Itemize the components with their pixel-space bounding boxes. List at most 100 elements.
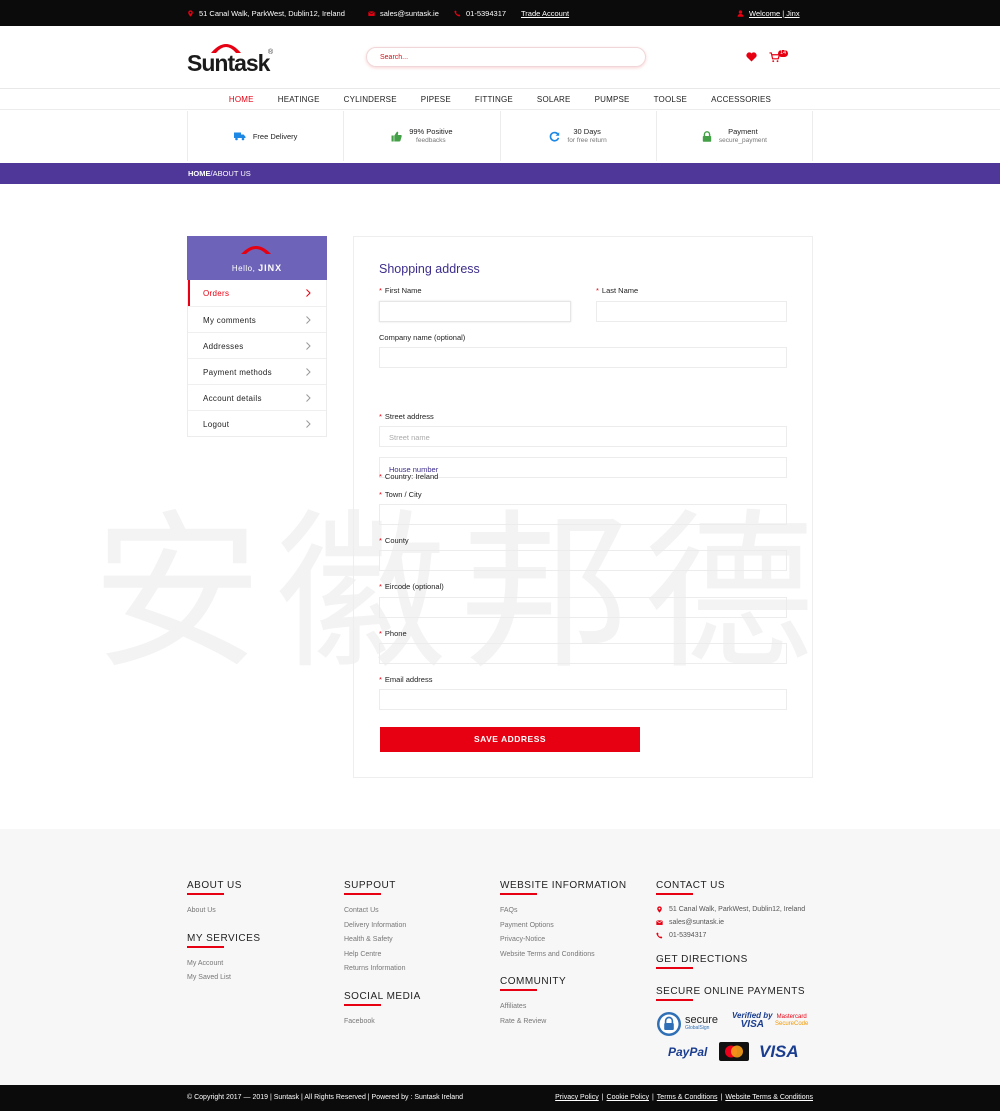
- contact-email[interactable]: sales@suntask.ie: [656, 918, 816, 928]
- nav-fittinge[interactable]: FITTINGE: [463, 95, 525, 104]
- privacy-policy-link[interactable]: Privacy Policy: [555, 1094, 599, 1101]
- sidebar-item-logout[interactable]: Logout: [188, 410, 326, 436]
- save-address-button[interactable]: SAVE ADDRESS: [380, 727, 640, 752]
- website-terms-link[interactable]: Website Terms & Conditions: [725, 1094, 813, 1101]
- footer-heading: CONTACT US: [656, 880, 816, 895]
- mastercard-securecode-badge: Mastercard SecureCode: [775, 1014, 808, 1028]
- mail-icon: [368, 11, 375, 16]
- footer-link[interactable]: My Saved List: [187, 971, 261, 986]
- footer-link[interactable]: Affiliates: [500, 1000, 627, 1015]
- contact-email-text: sales@suntask.ie: [669, 919, 724, 926]
- sidebar-menu: Orders My comments Addresses Payment met…: [187, 280, 327, 437]
- phone-field[interactable]: [379, 643, 787, 664]
- footer-col-about: ABOUT US About Us MY SERVICES My Account…: [187, 880, 261, 1000]
- footer-link[interactable]: Help Centre: [344, 948, 421, 963]
- feature-title: Payment: [728, 127, 758, 136]
- county-field[interactable]: [379, 550, 787, 571]
- securecode-text: SecureCode: [775, 1021, 809, 1027]
- first-name-field[interactable]: [379, 301, 571, 322]
- footer-link[interactable]: Payment Options: [500, 919, 627, 934]
- trade-account-link[interactable]: Trade Account: [521, 9, 569, 18]
- heart-icon[interactable]: [746, 52, 757, 62]
- footer-link[interactable]: About Us: [187, 904, 261, 919]
- location-pin-icon: [657, 906, 662, 913]
- nav-accessories[interactable]: ACCESSORIES: [699, 95, 783, 104]
- footer-heading: ABOUT US: [187, 880, 261, 895]
- verified-visa-text: VISA: [740, 1019, 764, 1030]
- town-field[interactable]: [379, 504, 787, 525]
- county-label: * County: [379, 536, 409, 545]
- topbar-address-text: 51 Canal Walk, ParkWest, Dublin12, Irela…: [199, 9, 345, 18]
- suntask-logo[interactable]: Suntask ®: [187, 40, 277, 76]
- label-text: Last Name: [601, 286, 639, 295]
- footer-link[interactable]: Rate & Review: [500, 1015, 627, 1030]
- nav-home[interactable]: HOME: [217, 95, 266, 104]
- nav-heatinge[interactable]: HEATINGE: [266, 95, 332, 104]
- sidebar-item-addresses[interactable]: Addresses: [188, 332, 326, 358]
- contact-phone[interactable]: 01-5394317: [656, 931, 816, 941]
- welcome-user[interactable]: Welcome | Jinx: [737, 9, 800, 18]
- breadcrumb-home[interactable]: HOME: [188, 169, 211, 178]
- top-bar: 51 Canal Walk, ParkWest, Dublin12, Irela…: [0, 0, 1000, 26]
- email-field[interactable]: [379, 689, 787, 710]
- chevron-right-icon: [306, 368, 311, 376]
- legal-links: Privacy Policy | Cookie Policy | Terms & C…: [555, 1094, 813, 1101]
- sidebar-greeting: Hello, JINX: [187, 263, 327, 273]
- separator: |: [601, 1094, 604, 1101]
- footer-col-website: WEBSITE INFORMATION FAQs Payment Options…: [500, 880, 627, 1044]
- street-label: * Street address: [379, 412, 434, 421]
- footer-link[interactable]: Website Terms and Conditions: [500, 948, 627, 963]
- payment-logos: secure GlobalSign Verified by VISA Maste…: [656, 1008, 816, 1078]
- refresh-icon: [550, 131, 560, 142]
- footer-link[interactable]: Privacy-Notice: [500, 933, 627, 948]
- label-text: Town / City: [384, 490, 422, 499]
- footer-link[interactable]: My Account: [187, 957, 261, 972]
- label-text: Country: Ireland: [384, 472, 439, 481]
- country-label: * Country: Ireland: [379, 472, 439, 481]
- terms-link[interactable]: Terms & Conditions: [657, 1094, 718, 1101]
- cart-count-badge: 14: [778, 50, 789, 57]
- chevron-right-icon: [306, 342, 311, 350]
- lock-icon: [702, 130, 712, 142]
- footer-link[interactable]: Facebook: [344, 1015, 421, 1030]
- footer-link[interactable]: Contact Us: [344, 904, 421, 919]
- nav-pumpse[interactable]: PUMPSE: [583, 95, 642, 104]
- topbar-phone[interactable]: 01-5394317: [454, 9, 506, 18]
- feature-returns: 30 Days for free return: [501, 111, 657, 161]
- address-form: Shopping address * First Name * Last Name …: [353, 236, 813, 778]
- sidebar-item-payment[interactable]: Payment methods: [188, 358, 326, 384]
- breadcrumb: HOME/ABOUT US: [0, 163, 1000, 184]
- nav-pipese[interactable]: PIPESE: [409, 95, 463, 104]
- sidebar-item-comments[interactable]: My comments: [188, 306, 326, 332]
- footer-heading: SUPPOUT: [344, 880, 421, 895]
- street-name-field[interactable]: Street name: [379, 426, 787, 447]
- email-label: * Email address: [379, 675, 433, 684]
- search-input[interactable]: Search...: [366, 47, 646, 67]
- get-directions-heading[interactable]: GET DIRECTIONS: [656, 954, 816, 969]
- house-number-field[interactable]: House number: [379, 457, 787, 478]
- nav-toolse[interactable]: TOOLSE: [642, 95, 700, 104]
- company-field[interactable]: [379, 347, 787, 368]
- chevron-right-icon: [306, 394, 311, 402]
- sidebar-header: Hello, JINX: [187, 236, 327, 280]
- footer-link[interactable]: Health & Safety: [344, 933, 421, 948]
- sidebar-item-label: Orders: [203, 289, 230, 298]
- nav-cylinderse[interactable]: CYLINDERSE: [332, 95, 409, 104]
- nav-solare[interactable]: SOLARE: [525, 95, 583, 104]
- cookie-policy-link[interactable]: Cookie Policy: [607, 1094, 649, 1101]
- footer-link[interactable]: Delivery Information: [344, 919, 421, 934]
- sidebar-item-account[interactable]: Account details: [188, 384, 326, 410]
- label-text: Street address: [384, 412, 434, 421]
- topbar-email[interactable]: sales@suntask.ie: [368, 9, 439, 18]
- mastercard-sc-text: Mastercard: [776, 1014, 807, 1020]
- last-name-field[interactable]: [596, 301, 787, 322]
- phone-icon: [656, 932, 663, 939]
- eircode-field[interactable]: [379, 597, 787, 618]
- footer-link[interactable]: FAQs: [500, 904, 627, 919]
- footer-link[interactable]: Returns Information: [344, 962, 421, 977]
- main-nav: HOME HEATINGE CYLINDERSE PIPESE FITTINGE…: [0, 90, 1000, 110]
- footer-heading: WEBSITE INFORMATION: [500, 880, 627, 895]
- welcome-text: Welcome | Jinx: [749, 9, 800, 18]
- footer-heading: SOCIAL MEDIA: [344, 991, 421, 1006]
- sidebar-item-orders[interactable]: Orders: [188, 280, 326, 306]
